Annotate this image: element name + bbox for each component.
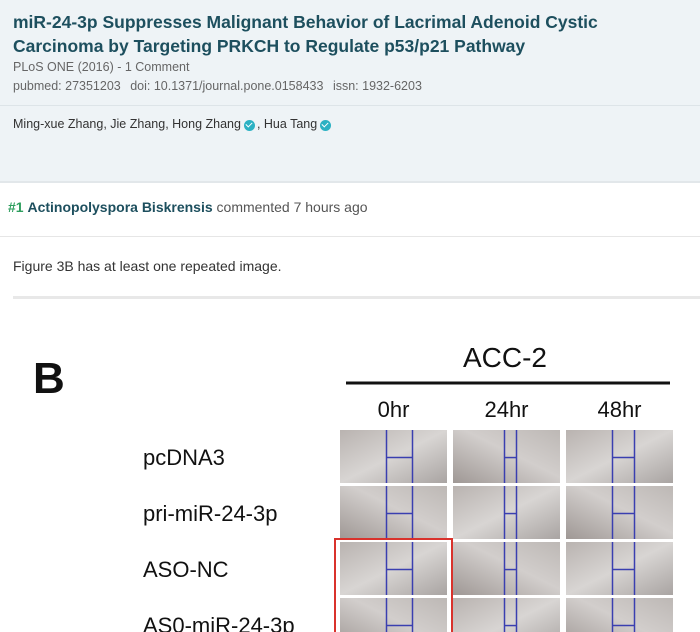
micrograph-tile [566, 486, 673, 539]
comment-divider [0, 236, 700, 237]
micrograph-tile [340, 598, 447, 632]
author-name[interactable]: Jie Zhang [110, 117, 165, 131]
condition-label: pri-miR-24-3p [143, 501, 277, 526]
timepoint-label: 48hr [597, 397, 641, 422]
timepoint-labels: 0hr 24hr 48hr [378, 397, 642, 422]
comment-author[interactable]: Actinopolyspora Biskrensis [27, 199, 212, 215]
cell-line-label: ACC-2 [463, 342, 547, 373]
comment-timestamp: commented 7 hours ago [216, 199, 368, 215]
author-separator: , [256, 117, 264, 131]
paper-title[interactable]: miR-24-3p Suppresses Malignant Behavior … [13, 10, 693, 58]
doi[interactable]: doi: 10.1371/journal.pone.0158433 [130, 79, 323, 93]
condition-label: AS0-miR-24-3p [143, 613, 295, 632]
comment-number[interactable]: #1 [8, 199, 24, 215]
figure-3b-panel: B ACC-2 0hr 24hr 48hr pcDNA3 pri-miR-24-3p A… [33, 342, 673, 632]
author-list: Ming-xue Zhang, Jie Zhang, Hong Zhang, H… [13, 117, 333, 131]
condition-label: ASO-NC [143, 557, 229, 582]
condition-labels: pcDNA3 pri-miR-24-3p ASO-NC AS0-miR-24-3p [143, 445, 295, 632]
card-divider [0, 105, 700, 106]
issn: issn: 1932-6203 [332, 79, 422, 93]
author-name[interactable]: Hong Zhang [172, 117, 241, 131]
comment-body: Figure 3B has at least one repeated imag… [13, 258, 282, 274]
micrograph-tile [566, 598, 673, 632]
micrograph-tile [453, 598, 560, 632]
pubmed-id[interactable]: pubmed: 27351203 [13, 79, 121, 93]
verified-check-icon [320, 119, 332, 131]
author-separator: , [165, 117, 173, 131]
micrograph-tile [566, 542, 673, 595]
micrograph-tile [453, 486, 560, 539]
comment-body-divider [13, 296, 700, 299]
micrograph-grid [334, 430, 673, 632]
panel-label: B [33, 354, 65, 403]
condition-label: pcDNA3 [143, 445, 225, 470]
author-separator: , [103, 117, 111, 131]
timepoint-label: 24hr [484, 397, 528, 422]
micrograph-tile [340, 542, 447, 595]
micrograph-tile [566, 430, 673, 483]
timepoint-label: 0hr [378, 397, 410, 422]
verified-check-icon [243, 119, 255, 131]
micrograph-tile [340, 486, 447, 539]
micrograph-tile [340, 430, 447, 483]
paper-card: miR-24-3p Suppresses Malignant Behavior … [0, 0, 700, 183]
micrograph-tile [453, 430, 560, 483]
author-name[interactable]: Hua Tang [264, 117, 317, 131]
comment-figure-image[interactable]: B ACC-2 0hr 24hr 48hr pcDNA3 pri-miR-24-3p A… [13, 301, 700, 632]
micrograph-tile [453, 542, 560, 595]
journal-line: PLoS ONE (2016) - 1 Comment [13, 60, 190, 74]
comment-header: #1 Actinopolyspora Biskrensis commented … [8, 199, 368, 215]
paper-identifiers: pubmed: 27351203 doi: 10.1371/journal.po… [13, 79, 428, 93]
author-name[interactable]: Ming-xue Zhang [13, 117, 103, 131]
